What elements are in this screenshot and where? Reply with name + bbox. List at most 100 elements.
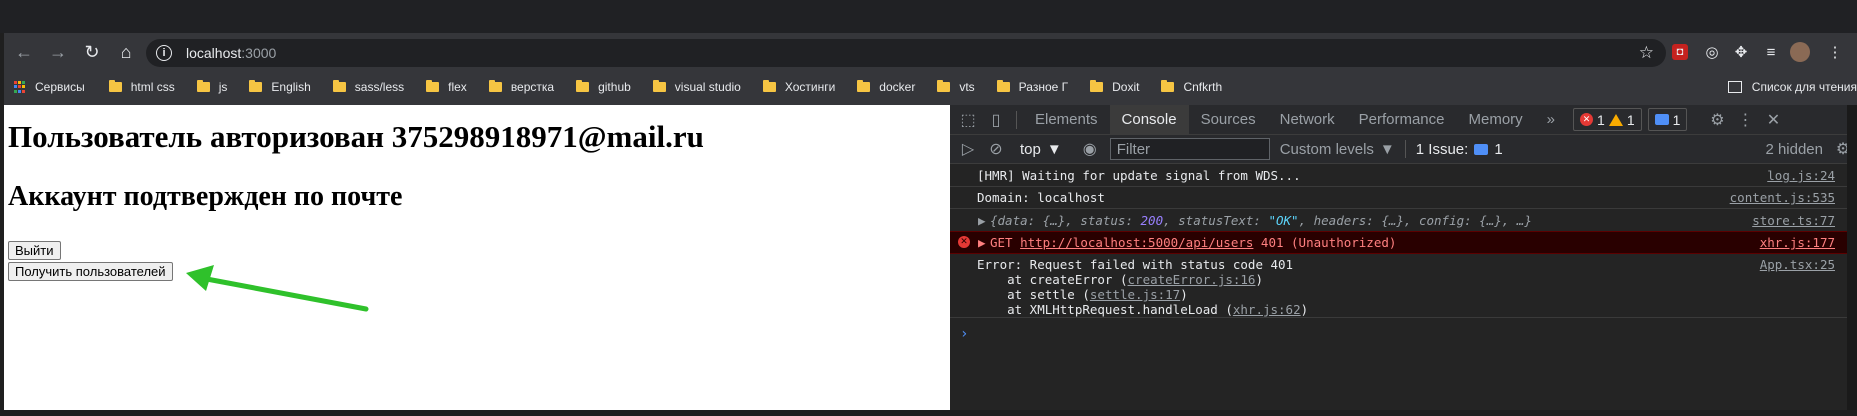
- url-port: :3000: [241, 45, 277, 61]
- error-icon: ✕: [1580, 113, 1594, 126]
- extensions-puzzle-icon[interactable]: ✥: [1730, 41, 1752, 63]
- bookmark-label: English: [271, 80, 311, 94]
- bookmark-folder[interactable]: html css: [108, 80, 175, 94]
- bookmark-label: Doxit: [1112, 80, 1140, 94]
- message-text: [HMR] Waiting for update signal from WDS…: [977, 168, 1301, 183]
- messages-counter[interactable]: 1: [1647, 108, 1688, 131]
- extension-red-icon[interactable]: ◘: [1672, 44, 1688, 60]
- error-warning-counter[interactable]: ✕ 1 1: [1573, 108, 1642, 131]
- context-select[interactable]: top ▼: [1020, 141, 1062, 158]
- error-status: 401 (Unauthorized): [1253, 235, 1397, 250]
- source-link[interactable]: App.tsx:25: [1760, 257, 1835, 272]
- levels-label: Custom levels: [1279, 140, 1374, 158]
- source-link[interactable]: xhr.js:177: [1760, 235, 1835, 250]
- bookmark-star-icon[interactable]: ☆: [1639, 43, 1654, 63]
- reload-icon[interactable]: ↻: [78, 38, 106, 66]
- folder-icon: [762, 80, 776, 92]
- folder-icon: [332, 80, 346, 92]
- clear-console-icon[interactable]: ⊘: [982, 135, 1010, 164]
- devtools-menu-icon[interactable]: ⋮: [1731, 105, 1759, 134]
- inspect-element-icon[interactable]: ⬚: [954, 105, 982, 134]
- console-error[interactable]: ✕ ▶ GET http://localhost:5000/api/users …: [950, 231, 1857, 254]
- bookmark-folder[interactable]: sass/less: [332, 80, 404, 94]
- issues-button[interactable]: 1 Issue: 1: [1416, 141, 1503, 158]
- bookmark-folder[interactable]: Cnfkrth: [1161, 80, 1222, 94]
- tab-memory[interactable]: Memory: [1457, 105, 1535, 134]
- folder-icon: [937, 80, 951, 92]
- source-link[interactable]: content.js:535: [1730, 190, 1835, 205]
- message-count: 1: [1672, 111, 1681, 128]
- info-icon[interactable]: i: [156, 45, 172, 61]
- address-bar[interactable]: i localhost:3000 ☆: [146, 39, 1666, 67]
- stack-link[interactable]: createError.js:16: [1128, 272, 1256, 287]
- console-prompt[interactable]: ›: [960, 326, 968, 342]
- tab-sources[interactable]: Sources: [1189, 105, 1268, 134]
- bookmark-folder[interactable]: English: [249, 80, 311, 94]
- object-part: {data: {…}, status:: [990, 213, 1141, 228]
- bookmark-folder[interactable]: Разное Г: [996, 80, 1069, 94]
- stack-link[interactable]: settle.js:17: [1090, 287, 1180, 302]
- tab-elements[interactable]: Elements: [1023, 105, 1110, 134]
- folder-icon: [249, 80, 263, 92]
- folder-icon: [108, 80, 122, 92]
- logout-button[interactable]: Выйти: [8, 241, 61, 260]
- bookmark-folder[interactable]: docker: [857, 80, 915, 94]
- close-devtools-icon[interactable]: ✕: [1759, 105, 1787, 134]
- chevron-down-icon: ▼: [1046, 140, 1062, 158]
- bookmark-folder[interactable]: Хостинги: [762, 80, 836, 94]
- browser-menu-icon[interactable]: ⋮: [1824, 41, 1846, 63]
- log-levels-select[interactable]: Custom levels ▼: [1280, 141, 1395, 158]
- expand-triangle-icon[interactable]: ▶: [978, 213, 986, 228]
- device-toolbar-icon[interactable]: ▯: [982, 105, 1010, 134]
- console-message[interactable]: ▶ {data: {…}, status: 200, statusText: "…: [950, 208, 1857, 232]
- tab-console[interactable]: Console: [1109, 105, 1189, 134]
- bookmark-folder[interactable]: Doxit: [1090, 80, 1139, 94]
- message-text: Domain: localhost: [977, 190, 1105, 205]
- url-host: localhost: [186, 45, 242, 61]
- filter-input[interactable]: Filter: [1109, 138, 1270, 160]
- bookmark-label: js: [218, 80, 228, 94]
- stack-link[interactable]: xhr.js:62: [1233, 302, 1301, 317]
- bookmark-label: Хостинги: [784, 80, 836, 94]
- sidebar-toggle-icon[interactable]: ▷: [954, 135, 982, 164]
- bookmark-folder[interactable]: js: [196, 80, 228, 94]
- bookmark-folder[interactable]: верстка: [488, 80, 554, 94]
- media-control-icon[interactable]: ≡: [1760, 41, 1782, 63]
- annotation-arrow: [186, 265, 369, 312]
- error-url[interactable]: http://localhost:5000/api/users: [1020, 235, 1253, 250]
- filter-placeholder: Filter: [1116, 140, 1151, 158]
- live-expression-eye-icon[interactable]: ◉: [1076, 135, 1104, 164]
- bookmark-apps[interactable]: Сервисы: [14, 80, 85, 94]
- settings-gear-icon[interactable]: ⚙: [1703, 105, 1731, 134]
- bookmark-folder[interactable]: flex: [426, 80, 467, 94]
- expand-triangle-icon[interactable]: ▶: [978, 235, 986, 250]
- extension-target-icon[interactable]: ◎: [1701, 41, 1723, 63]
- error-count: 1: [1597, 111, 1605, 128]
- bookmark-label: vts: [959, 80, 975, 94]
- object-preview[interactable]: {data: {…}, status: 200, statusText: "OK…: [990, 213, 1532, 228]
- avatar[interactable]: [1790, 42, 1810, 62]
- hidden-count: 2 hidden: [1765, 140, 1823, 158]
- bookmark-folder[interactable]: visual studio: [652, 80, 741, 94]
- stack-text: ): [1300, 302, 1309, 317]
- folder-icon: [196, 80, 210, 92]
- tab-network[interactable]: Network: [1268, 105, 1347, 134]
- bookmark-folder[interactable]: github: [576, 80, 631, 94]
- bookmark-folder[interactable]: vts: [937, 80, 975, 94]
- get-users-button[interactable]: Получить пользователей: [8, 262, 173, 281]
- scrollbar[interactable]: [1847, 105, 1857, 410]
- source-link[interactable]: log.js:24: [1767, 168, 1835, 183]
- reading-list[interactable]: Список для чтения: [1727, 73, 1857, 101]
- source-link[interactable]: store.ts:77: [1752, 213, 1835, 228]
- issues-count: 1: [1494, 140, 1503, 158]
- back-icon[interactable]: ←: [10, 38, 38, 66]
- home-icon[interactable]: ⌂: [112, 38, 140, 66]
- more-tabs-button[interactable]: »: [1535, 105, 1567, 134]
- issues-label: 1 Issue:: [1415, 140, 1469, 158]
- bookmark-label: Разное Г: [1018, 80, 1069, 94]
- browser-chrome: ← → ↻ ⌂ i localhost:3000 ☆ ◘ ◎ ✥ ≡ ⋮ Сер…: [4, 33, 1857, 105]
- forward-icon[interactable]: →: [44, 38, 72, 66]
- url-text[interactable]: localhost:3000: [186, 45, 276, 61]
- tab-performance[interactable]: Performance: [1347, 105, 1457, 134]
- reading-list-label: Список для чтения: [1751, 80, 1857, 94]
